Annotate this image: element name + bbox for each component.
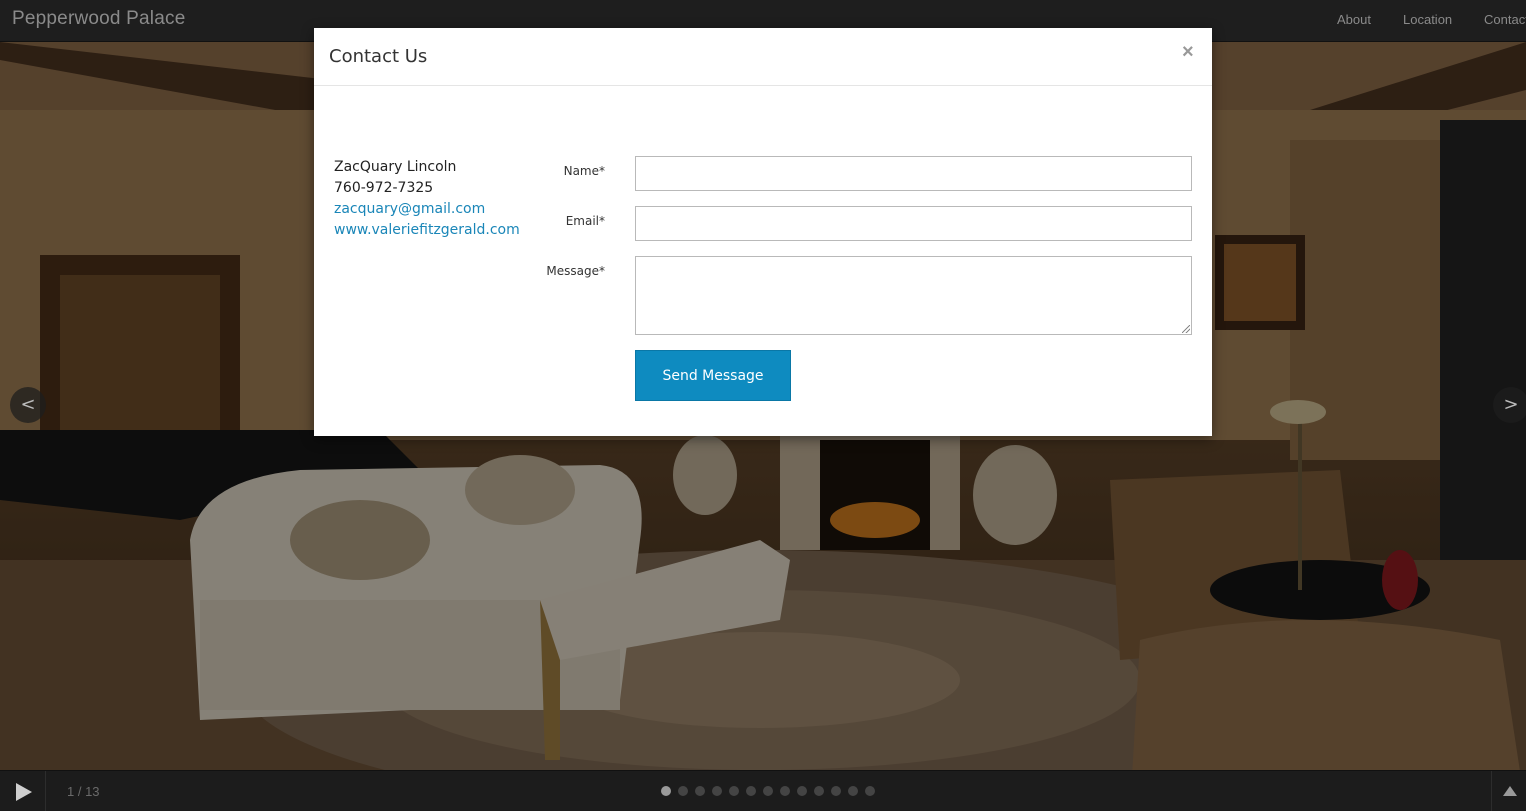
resize-handle-icon[interactable] xyxy=(1182,325,1190,333)
slide-dot[interactable] xyxy=(831,786,841,796)
nav-link-contact[interactable]: Contact xyxy=(1484,12,1526,27)
contact-phone: 760-972-7325 xyxy=(334,180,434,196)
contact-modal: Contact Us × ZacQuary Lincoln 760-972-73… xyxy=(314,28,1212,436)
brand-title[interactable]: Pepperwood Palace xyxy=(12,8,185,30)
slide-dot[interactable] xyxy=(780,786,790,796)
message-label: Message* xyxy=(546,264,605,278)
name-field[interactable] xyxy=(635,156,1192,191)
play-icon xyxy=(16,783,32,801)
triangle-up-icon xyxy=(1503,786,1517,796)
slide-dot[interactable] xyxy=(661,786,671,796)
slide-dot[interactable] xyxy=(729,786,739,796)
slide-dot[interactable] xyxy=(763,786,773,796)
slide-dot[interactable] xyxy=(797,786,807,796)
modal-header: Contact Us × xyxy=(314,28,1212,86)
slide-counter: 1 / 13 xyxy=(67,784,100,799)
slide-pagination xyxy=(661,786,875,796)
nav-link-about[interactable]: About xyxy=(1337,12,1371,27)
modal-title: Contact Us xyxy=(329,46,428,67)
slide-dot[interactable] xyxy=(678,786,688,796)
slide-dot[interactable] xyxy=(746,786,756,796)
close-icon[interactable]: × xyxy=(1182,41,1194,64)
prev-slide-button[interactable]: < xyxy=(10,387,46,423)
slide-dot[interactable] xyxy=(814,786,824,796)
slideshow-controls-bar: 1 / 13 xyxy=(0,770,1526,811)
send-message-button[interactable]: Send Message xyxy=(635,350,791,401)
email-label: Email* xyxy=(565,214,605,228)
slide-dot[interactable] xyxy=(848,786,858,796)
name-label: Name* xyxy=(563,164,605,178)
slide-dot[interactable] xyxy=(695,786,705,796)
chevron-left-icon: < xyxy=(20,394,36,415)
message-field[interactable] xyxy=(635,256,1192,335)
nav-link-location[interactable]: Location xyxy=(1403,12,1452,27)
thumbnails-toggle-button[interactable] xyxy=(1491,771,1526,811)
play-button[interactable] xyxy=(0,771,46,811)
chevron-right-icon: > xyxy=(1503,394,1519,415)
email-field[interactable] xyxy=(635,206,1192,241)
slide-dot[interactable] xyxy=(712,786,722,796)
slide-dot[interactable] xyxy=(865,786,875,796)
next-slide-button[interactable]: > xyxy=(1493,387,1526,423)
